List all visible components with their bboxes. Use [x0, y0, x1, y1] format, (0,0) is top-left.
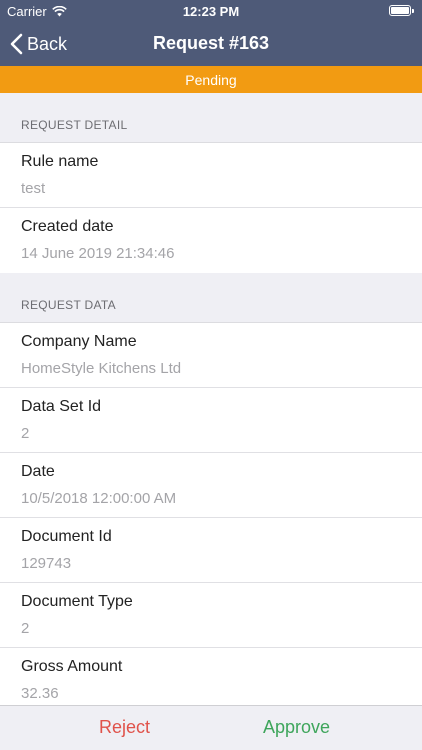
approve-button[interactable]: Approve: [263, 717, 330, 738]
page-title: Request #163: [152, 33, 270, 53]
field-label: Data Set Id: [21, 398, 102, 415]
field-label: Document Id: [21, 528, 112, 545]
clock: 12:23 PM: [182, 4, 240, 19]
field-label: Document Type: [21, 593, 133, 610]
data-row-date: Date 10/5/2018 12:00:00 AM: [0, 453, 422, 518]
status-bar: Carrier 12:23 PM: [0, 0, 422, 22]
data-row-company-name: Company Name HomeStyle Kitchens Ltd: [0, 323, 422, 388]
detail-row-rule-name: Rule name test: [0, 143, 422, 208]
data-row-document-id: Document Id 129743: [0, 518, 422, 583]
field-label: Rule name: [21, 153, 99, 170]
nav-bar: Back Request #163: [0, 22, 422, 66]
field-value: 2: [21, 425, 30, 442]
data-row-data-set-id: Data Set Id 2: [0, 388, 422, 453]
battery-icon: [389, 5, 414, 16]
data-row-document-type: Document Type 2: [0, 583, 422, 648]
field-label: Gross Amount: [21, 658, 123, 675]
field-value: 2: [21, 620, 30, 637]
field-value: 10/5/2018 12:00:00 AM: [21, 490, 177, 507]
navigation-header: Carrier 12:23 PM Back Request #163: [0, 0, 422, 66]
field-value: 129743: [21, 555, 72, 572]
section-title: REQUEST DATA: [21, 298, 116, 312]
data-row-gross-amount: Gross Amount 32.36: [0, 648, 422, 713]
field-value: HomeStyle Kitchens Ltd: [21, 360, 182, 377]
reject-button[interactable]: Reject: [99, 717, 150, 738]
field-value: test: [21, 180, 46, 197]
action-toolbar: Reject Approve: [0, 705, 422, 750]
section-header-request-data: REQUEST DATA: [0, 273, 422, 323]
status-banner: Pending: [0, 66, 422, 93]
field-value: 14 June 2019 21:34:46: [21, 245, 175, 262]
field-value: 32.36: [21, 685, 59, 702]
field-label: Created date: [21, 218, 114, 235]
status-label: Pending: [185, 71, 237, 88]
detail-row-created-date: Created date 14 June 2019 21:34:46: [0, 208, 422, 273]
section-title: REQUEST DETAIL: [21, 118, 128, 132]
field-label: Date: [21, 463, 55, 480]
field-label: Company Name: [21, 333, 137, 350]
section-header-request-detail: REQUEST DETAIL: [0, 93, 422, 143]
